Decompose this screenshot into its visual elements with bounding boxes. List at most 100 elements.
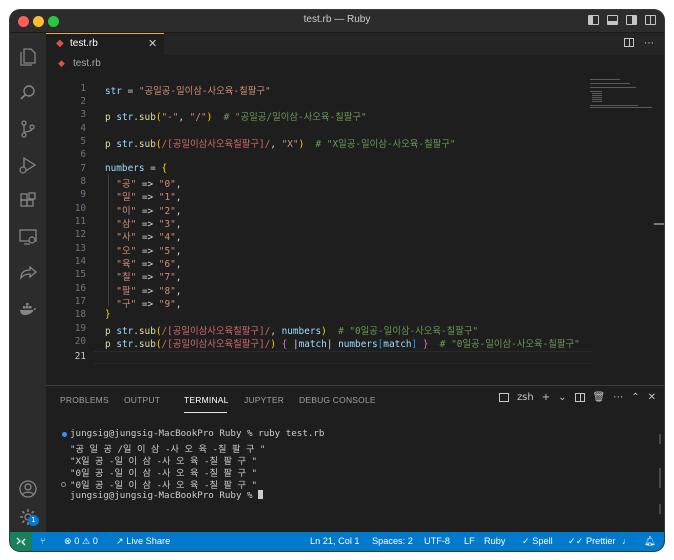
spell-label: Spell xyxy=(532,536,553,546)
new-terminal-icon[interactable]: + xyxy=(542,392,550,403)
toggle-primary-sidebar-icon[interactable] xyxy=(588,15,599,25)
line-number: 9 xyxy=(80,189,86,200)
tab-label: test.rb xyxy=(70,38,98,49)
search-icon[interactable] xyxy=(18,83,38,103)
remote-explorer-icon[interactable] xyxy=(18,227,38,247)
line-number: 5 xyxy=(80,136,86,147)
encoding[interactable]: UTF-8 xyxy=(424,536,450,546)
command-pending-icon xyxy=(61,482,66,487)
problems-status[interactable]: ⊗ 0 ⚠ 0 xyxy=(64,536,98,547)
accounts-icon[interactable] xyxy=(18,479,38,499)
line-number: 16 xyxy=(74,283,86,294)
line-number: 12 xyxy=(74,229,86,240)
code-line: } xyxy=(105,309,111,320)
split-editor-icon[interactable] xyxy=(624,38,634,47)
terminal-cursor xyxy=(258,490,264,499)
scrollbar-marker xyxy=(654,223,664,225)
code-line: str = "공일공-일이삼-사오육-칠팔구" xyxy=(105,86,271,97)
code-line: "오" => "5", xyxy=(116,246,182,257)
code-line: "공" => "0", xyxy=(116,179,182,190)
tab-test-rb[interactable]: ◆ test.rb ✕ xyxy=(46,33,164,55)
live-share-icon[interactable] xyxy=(18,263,38,283)
editor-actions: ⋯ xyxy=(624,38,654,49)
code-line: "이" => "2", xyxy=(116,206,182,217)
error-count: 0 xyxy=(74,536,80,546)
code-line: "칠" => "7", xyxy=(116,272,182,283)
line-number-current: 21 xyxy=(74,351,86,362)
spell-status[interactable]: ✓ Spell xyxy=(522,536,553,547)
code-line: p str.sub("-", "/") # "공일공/일이삼-사오육-칠팔구" xyxy=(105,112,367,123)
code-editor[interactable]: 1 2 3 4 5 6 7 8 9 10 11 12 13 14 15 16 1… xyxy=(46,72,664,384)
line-number: 17 xyxy=(74,296,86,307)
prettier-status[interactable]: ✓✓ Prettier xyxy=(568,536,616,547)
customize-layout-icon[interactable] xyxy=(645,15,656,25)
terminal-prompt-text: jungsig@jungsig-MacBookPro Ruby % xyxy=(70,490,259,501)
line-number: 7 xyxy=(80,163,86,174)
maximize-panel-icon[interactable]: ⌃ xyxy=(631,392,639,403)
ruby-file-icon: ◆ xyxy=(58,59,65,69)
explorer-icon[interactable] xyxy=(18,47,38,67)
bottom-panel: PROBLEMS OUTPUT TERMINAL JUPYTER DEBUG C… xyxy=(46,385,664,533)
title-bar: test.rb — Ruby xyxy=(10,10,664,33)
code-line: "일" => "1", xyxy=(116,192,182,203)
breadcrumb: ◆ test.rb xyxy=(46,56,664,72)
kill-terminal-icon[interactable]: 🗑 xyxy=(593,392,606,403)
notifications-bell-icon[interactable]: 🔔︎ xyxy=(644,536,656,547)
git-branch-icon[interactable]: ⑂ xyxy=(40,536,46,546)
current-line-highlight xyxy=(94,351,592,364)
live-share-status[interactable]: ↗ Live Share xyxy=(116,536,170,547)
docker-icon[interactable] xyxy=(18,299,38,319)
terminal-prompt[interactable]: jungsig@jungsig-MacBookPro Ruby % xyxy=(70,490,264,501)
extensions-icon[interactable] xyxy=(18,191,38,211)
code-line: "사" => "4", xyxy=(116,232,182,243)
toggle-panel-icon[interactable] xyxy=(607,15,618,25)
remote-indicator[interactable] xyxy=(10,532,32,551)
terminal-line: "0일 공 -일 이 삼 -사 오 육 -칠 팔 구 " xyxy=(70,480,258,491)
tab-debug-console[interactable]: DEBUG CONSOLE xyxy=(299,395,376,405)
feedback-icon[interactable]: ♩ xyxy=(622,536,631,546)
vscode-window: test.rb — Ruby 1 ◆ test.rb ✕ ⋯ ◆ test.rb… xyxy=(10,10,664,551)
minimap[interactable] xyxy=(590,79,656,117)
tab-jupyter[interactable]: JUPYTER xyxy=(244,395,284,405)
line-number: 2 xyxy=(80,96,86,107)
prettier-label: Prettier xyxy=(585,536,616,546)
line-number: 3 xyxy=(80,109,86,120)
close-tab-icon[interactable]: ✕ xyxy=(148,37,157,50)
more-actions-icon[interactable]: ⋯ xyxy=(613,392,623,403)
terminal-scroll-mark xyxy=(659,504,661,514)
line-number: 11 xyxy=(74,216,86,227)
line-number: 10 xyxy=(74,203,86,214)
line-number: 4 xyxy=(80,123,86,134)
terminal-shell-name[interactable]: zsh xyxy=(517,392,534,403)
terminal-dropdown-icon[interactable]: ⌄ xyxy=(558,392,566,403)
language-mode[interactable]: Ruby xyxy=(484,536,505,546)
breadcrumb-file[interactable]: test.rb xyxy=(73,58,101,69)
line-number: 13 xyxy=(74,243,86,254)
tab-problems[interactable]: PROBLEMS xyxy=(60,395,109,405)
more-actions-icon[interactable]: ⋯ xyxy=(644,38,654,49)
toggle-secondary-sidebar-icon[interactable] xyxy=(626,15,637,25)
warning-count: 0 xyxy=(92,536,98,546)
code-line: "팔" => "8", xyxy=(116,286,182,297)
indentation[interactable]: Spaces: 2 xyxy=(372,536,413,546)
command-success-icon xyxy=(62,432,67,437)
cursor-position[interactable]: Ln 21, Col 1 xyxy=(310,536,360,546)
code-line: "구" => "9", xyxy=(116,299,182,310)
tab-terminal[interactable]: TERMINAL xyxy=(184,395,229,405)
activity-bar xyxy=(10,33,46,532)
code-line: p str.sub(/[공일이삼사오육칠팔구]/, "X") # "X일공-일이… xyxy=(105,139,456,150)
active-tab-indicator xyxy=(184,412,227,413)
close-panel-icon[interactable]: ✕ xyxy=(648,392,656,403)
end-of-line[interactable]: LF xyxy=(464,536,475,546)
split-terminal-icon[interactable] xyxy=(574,393,585,402)
source-control-icon[interactable] xyxy=(18,119,38,139)
line-number: 19 xyxy=(74,323,86,334)
run-debug-icon[interactable] xyxy=(18,155,38,175)
editor-tabs: ◆ test.rb ✕ ⋯ xyxy=(46,33,664,55)
tab-output[interactable]: OUTPUT xyxy=(124,395,160,405)
manage-notification-badge: 1 xyxy=(28,515,39,526)
window-title: test.rb — Ruby xyxy=(303,14,371,25)
line-number: 1 xyxy=(80,83,86,94)
code-line: "육" => "6", xyxy=(116,259,182,270)
live-share-label: Live Share xyxy=(126,536,171,546)
